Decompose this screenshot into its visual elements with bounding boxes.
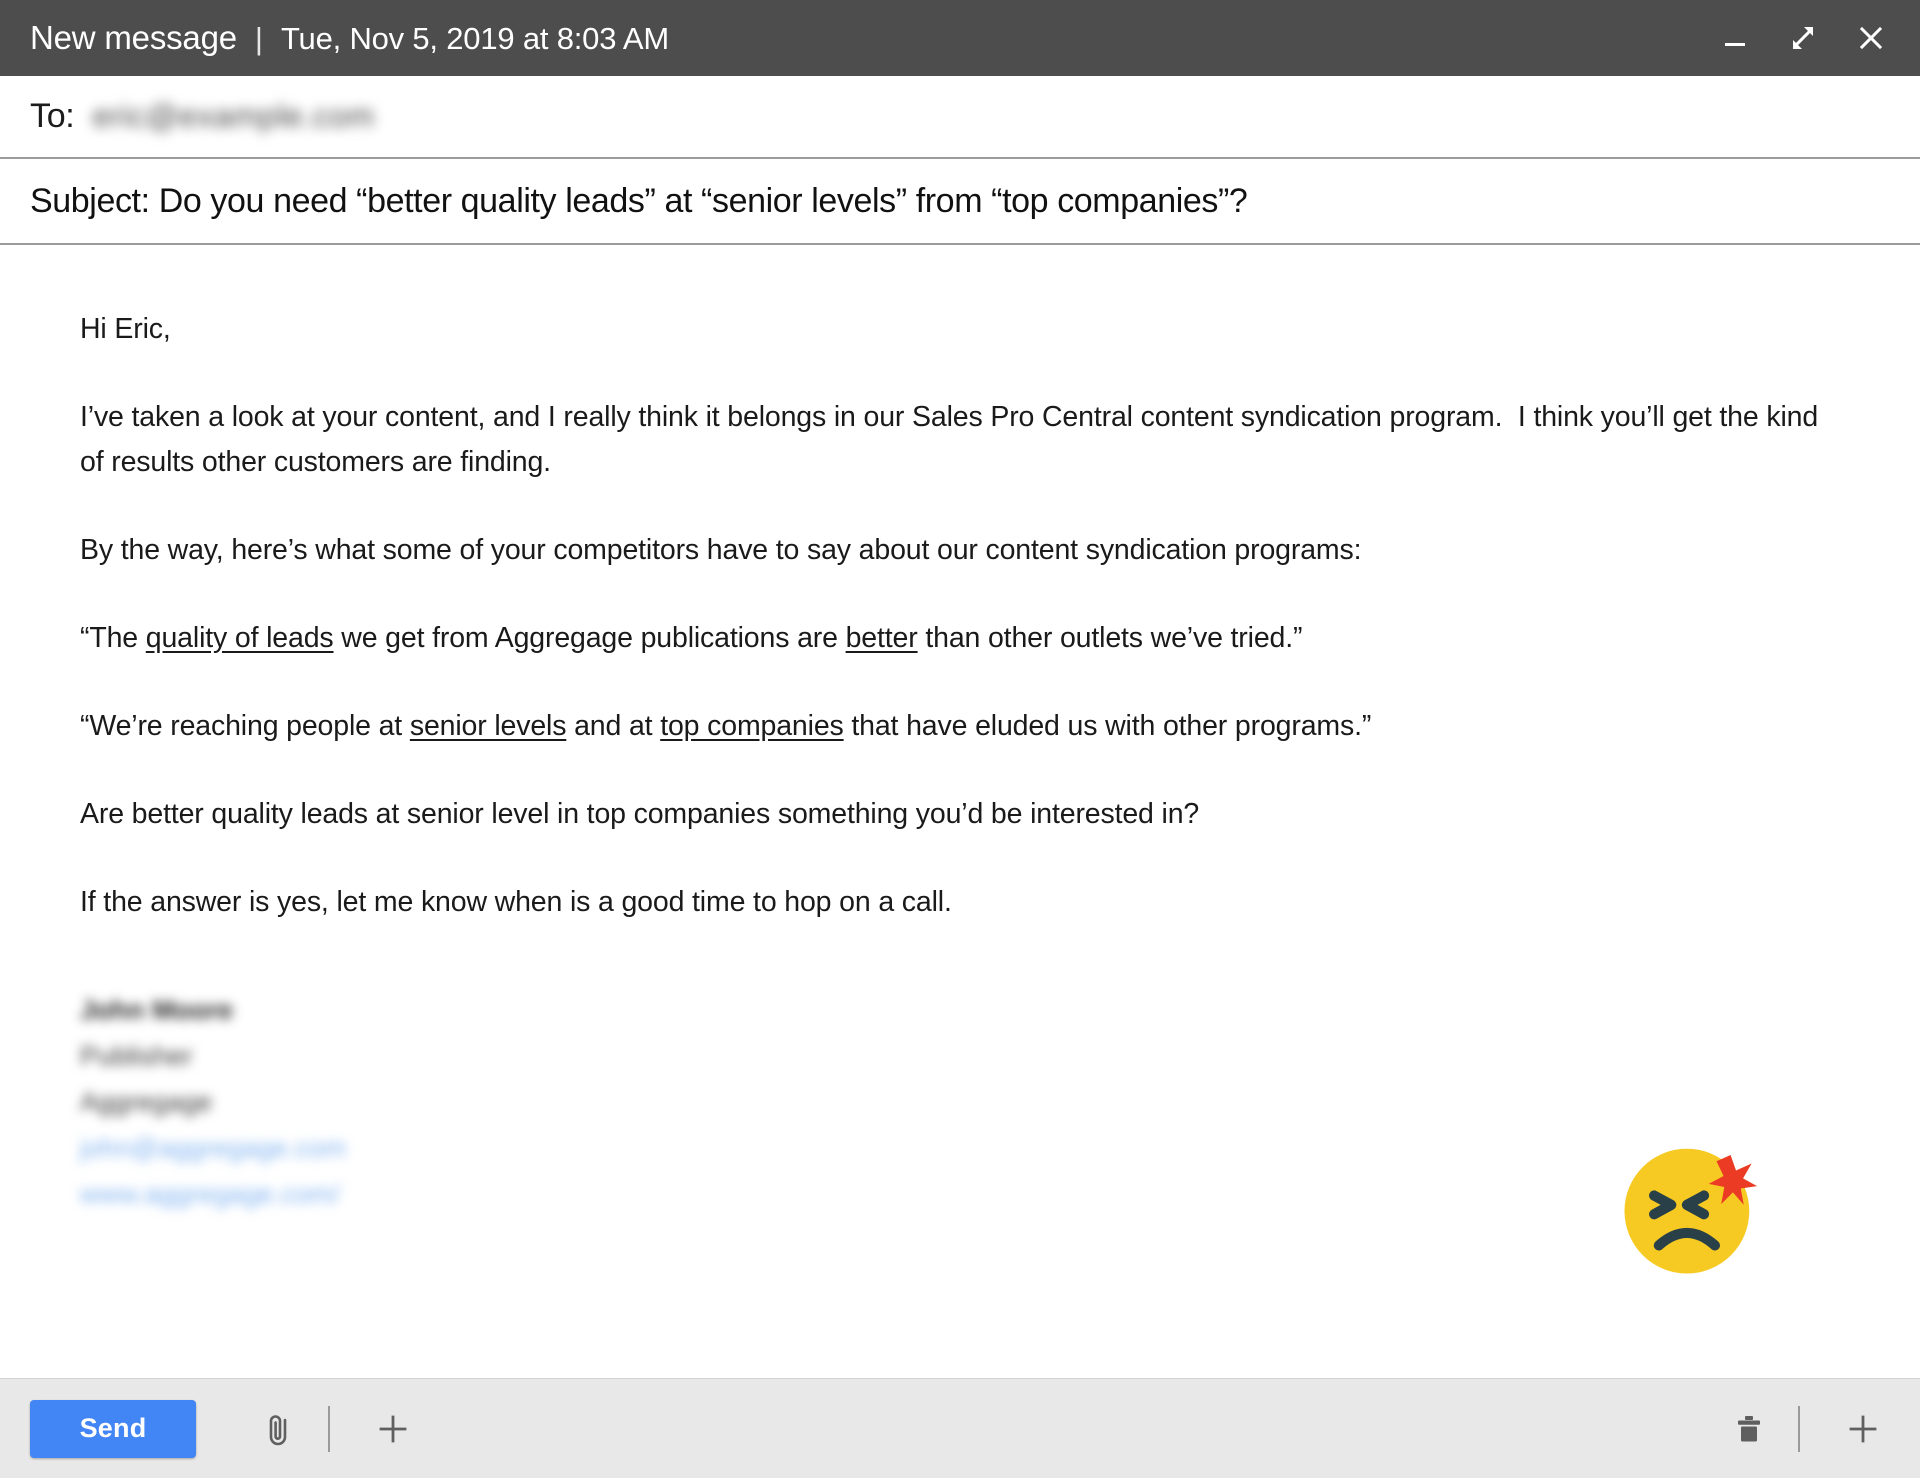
quote-1-underline-quality-of-leads: quality of leads <box>145 622 334 654</box>
quote-1-text-b: we get from Aggregage publications are <box>333 622 846 654</box>
body-paragraph-1: I’ve taken a look at your content, and I… <box>80 395 1840 485</box>
window-titlebar: New message | Tue, Nov 5, 2019 at 8:03 A… <box>0 0 1920 76</box>
window-controls <box>1718 21 1894 55</box>
subject-field-row[interactable]: Subject: Do you need “better quality lea… <box>0 159 1920 245</box>
signature-title: Publisher <box>80 1041 193 1071</box>
discard-draft-button[interactable] <box>1722 1402 1776 1456</box>
quote-2-underline-senior-levels: senior levels <box>409 710 567 742</box>
to-field-row[interactable]: To: eric@example.com <box>0 76 1920 159</box>
add-more-options-button[interactable] <box>366 1402 420 1456</box>
attach-file-button[interactable] <box>252 1402 306 1456</box>
body-paragraph-2: By the way, here’s what some of your com… <box>80 534 1362 566</box>
quote-2-text-a: “We’re reaching people at <box>80 710 410 742</box>
email-signature: John Moore Publisher Aggregage john@aggr… <box>80 987 1840 1217</box>
compose-toolbar: Send <box>0 1378 1920 1478</box>
testimonial-quote-2: “We’re reaching people at senior levels … <box>80 704 1840 749</box>
titlebar-separator: | <box>254 21 263 56</box>
signature-company: Aggregage <box>80 1087 213 1117</box>
body-paragraph-3: Are better quality leads at senior level… <box>80 798 1200 830</box>
signature-name: John Moore <box>80 995 233 1025</box>
body-paragraph-4: If the answer is yes, let me know when i… <box>80 886 952 918</box>
testimonial-quote-1: “The quality of leads we get from Aggreg… <box>80 616 1840 661</box>
body-greeting: Hi Eric, <box>80 313 171 345</box>
quote-1-text-a: “The <box>80 622 146 654</box>
minimize-button[interactable] <box>1718 21 1752 55</box>
titlebar-text-group: New message | Tue, Nov 5, 2019 at 8:03 A… <box>30 19 1718 57</box>
more-options-button[interactable] <box>1836 1402 1890 1456</box>
quote-2-text-b: and at <box>566 710 661 742</box>
quote-2-text-c: that have eluded us with other programs.… <box>843 710 1372 742</box>
window-title: New message <box>30 19 237 56</box>
compose-window: New message | Tue, Nov 5, 2019 at 8:03 A… <box>0 0 1920 1478</box>
to-label: To: <box>30 97 75 135</box>
subject-value[interactable]: Subject: Do you need “better quality lea… <box>30 182 1248 221</box>
message-body[interactable]: Hi Eric, I’ve taken a look at your conte… <box>0 245 1920 1378</box>
toolbar-right-group <box>1722 1402 1890 1456</box>
toolbar-left-group: Send <box>30 1399 1722 1458</box>
toolbar-divider-left <box>328 1405 330 1452</box>
signature-email-link[interactable]: john@aggregage.com <box>80 1125 346 1171</box>
quote-2-underline-top-companies: top companies <box>660 710 844 742</box>
to-recipient-value[interactable]: eric@example.com <box>92 98 374 135</box>
paragraph-1-sentence-1: I’ve taken a look at your content, and I… <box>80 401 1503 433</box>
quote-1-underline-better: better <box>845 622 918 654</box>
quote-1-text-c: than other outlets we’ve tried.” <box>917 622 1303 654</box>
restore-down-button[interactable] <box>1786 21 1820 55</box>
message-timestamp: Tue, Nov 5, 2019 at 8:03 AM <box>280 21 670 56</box>
close-button[interactable] <box>1854 21 1888 55</box>
toolbar-divider-right <box>1798 1405 1800 1452</box>
persevering-angry-face-icon <box>1612 1130 1768 1286</box>
send-button[interactable]: Send <box>30 1399 196 1458</box>
signature-website-link[interactable]: www.aggregage.com/ <box>80 1171 340 1217</box>
